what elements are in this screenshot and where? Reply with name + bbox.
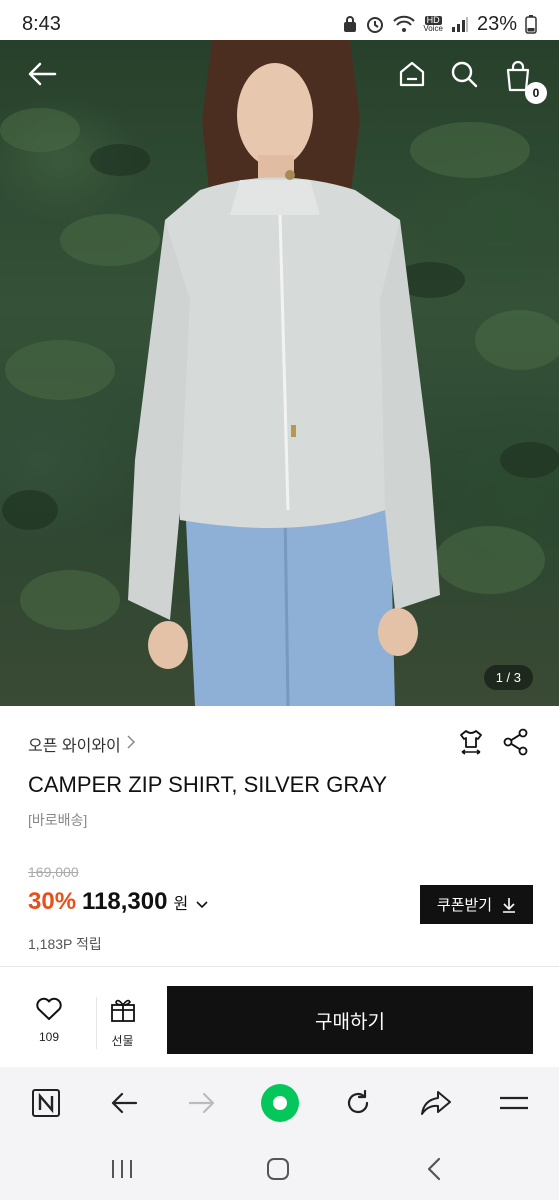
shipping-tag: [바로배송] [28, 812, 88, 828]
signal-icon [451, 16, 469, 32]
home-nav-button[interactable] [258, 1153, 298, 1185]
browser-share-button[interactable] [416, 1083, 456, 1123]
back-nav-button[interactable] [414, 1153, 454, 1185]
chevron-right-icon [127, 734, 135, 754]
gift-button[interactable]: 선물 [96, 997, 146, 1049]
refresh-icon [347, 1089, 369, 1114]
price-detail-toggle[interactable] [196, 896, 208, 912]
refresh-button[interactable] [338, 1083, 378, 1123]
menu-icon [500, 1096, 528, 1110]
gift-icon [110, 999, 135, 1022]
search-icon [451, 61, 478, 88]
original-price: 169,000 [28, 864, 79, 880]
product-photo [0, 40, 559, 706]
size-guide-button[interactable] [457, 728, 485, 761]
voice-label: Voice [423, 23, 443, 33]
product-actions [457, 728, 529, 761]
forward-share-icon [421, 1091, 451, 1115]
coupon-button[interactable]: 쿠폰받기 [420, 885, 533, 924]
alarm-icon [365, 14, 385, 34]
home-nav-icon [267, 1158, 289, 1180]
home-icon [399, 61, 425, 87]
like-button[interactable]: 109 [24, 997, 74, 1044]
brand-link[interactable]: 오픈 와이와이 [28, 732, 135, 756]
download-icon [503, 897, 516, 913]
share-button[interactable] [503, 728, 529, 761]
browser-toolbar [0, 1067, 559, 1137]
arrow-right-icon [188, 1092, 215, 1114]
hero-toolbar: 0 [0, 56, 559, 104]
product-title: CAMPER ZIP SHIRT, SILVER GRAY [28, 772, 388, 797]
product-image[interactable]: 0 1 / 3 [0, 40, 559, 706]
naver-home-button[interactable] [26, 1083, 66, 1123]
lock-icon [343, 15, 357, 33]
currency-label: 원 [173, 896, 189, 913]
back-button[interactable] [22, 56, 62, 92]
price-row: 30% 118,300 원 [28, 888, 208, 916]
buy-button[interactable]: 구매하기 [167, 986, 533, 1054]
coupon-label: 쿠폰받기 [436, 897, 493, 914]
search-button[interactable] [444, 56, 484, 92]
status-time: 8:43 [22, 12, 61, 35]
arrow-left-icon [111, 1092, 138, 1114]
chevron-down-icon [196, 901, 208, 909]
browser-green-dot-button[interactable] [260, 1083, 300, 1123]
green-dot-icon [261, 1084, 299, 1122]
hd-voice-icon: HD Voice [423, 15, 443, 33]
image-page-indicator: 1 / 3 [483, 665, 533, 690]
back-arrow-icon [28, 62, 57, 86]
cart-count-badge: 0 [525, 82, 547, 104]
recents-icon [112, 1160, 132, 1178]
wifi-icon [393, 15, 416, 33]
browser-menu-button[interactable] [494, 1083, 534, 1123]
battery-icon [525, 14, 537, 34]
browser-back-button[interactable] [104, 1083, 144, 1123]
discount-rate: 30% [28, 888, 77, 915]
brand-name: 오픈 와이와이 [28, 738, 121, 755]
purchase-bar: 109 선물 구매하기 [0, 967, 559, 1067]
naver-n-icon [32, 1089, 60, 1117]
back-nav-icon [427, 1157, 441, 1181]
recents-button[interactable] [102, 1153, 142, 1185]
battery-percent: 23% [476, 12, 517, 35]
home-button[interactable] [392, 56, 432, 92]
size-guide-icon [460, 730, 482, 755]
like-count: 109 [38, 1030, 60, 1044]
status-icons: HD Voice 23% [343, 13, 537, 36]
browser-forward-button[interactable] [182, 1083, 222, 1123]
system-navigation-bar [0, 1137, 559, 1200]
heart-icon [36, 997, 62, 1020]
sale-price: 118,300 [82, 888, 168, 915]
share-icon [503, 728, 528, 756]
gift-label: 선물 [111, 1034, 134, 1048]
reward-points: 1,183P 적립 [28, 936, 102, 952]
